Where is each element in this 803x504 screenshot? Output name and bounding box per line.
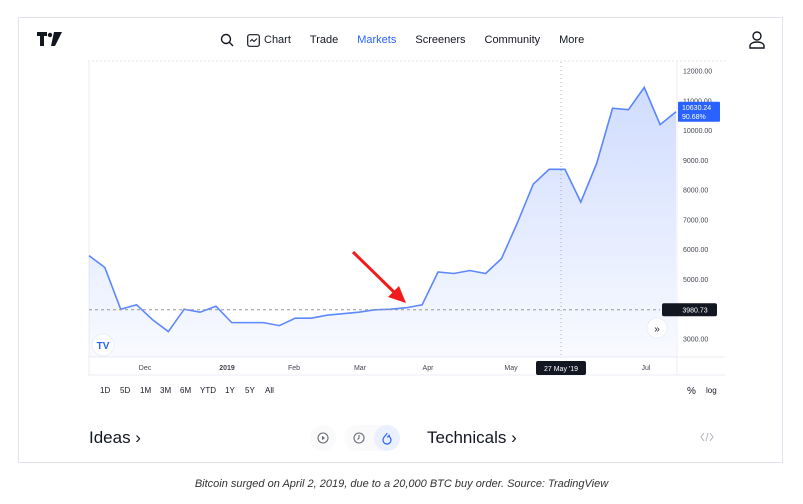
crosshair-date-text: 27 May '19	[544, 366, 578, 373]
y-tick-label: 3000.00	[683, 337, 708, 344]
ideas-link[interactable]: Ideas ›	[89, 428, 141, 448]
timeframe-1d[interactable]: 1D	[100, 386, 110, 395]
tv-watermark-logo[interactable]: TV	[91, 333, 115, 357]
red-annotation-arrow	[351, 250, 406, 303]
timeframe-ytd[interactable]: YTD	[200, 386, 216, 395]
y-tick-label: 10000.00	[683, 128, 712, 135]
x-tick-label: Dec	[139, 365, 152, 372]
double-chevron-right-icon: »	[654, 324, 660, 335]
timeframe-all[interactable]: All	[265, 386, 274, 395]
timeframe-3m[interactable]: 3M	[160, 386, 171, 395]
x-tick-label: Jul	[642, 365, 651, 372]
percent-scale-toggle[interactable]: %	[687, 386, 696, 397]
play-button[interactable]	[310, 425, 336, 451]
timeframe-5y[interactable]: 5Y	[245, 386, 255, 395]
reference-price-text: 3980.73	[682, 307, 707, 314]
x-tick-label: 2019	[219, 365, 235, 372]
last-price-text: 10630.24	[682, 105, 711, 112]
y-tick-label: 9000.00	[683, 158, 708, 165]
recent-button[interactable]	[346, 425, 372, 451]
x-tick-label: Apr	[423, 365, 435, 372]
y-tick-label: 6000.00	[683, 247, 708, 254]
technicals-link[interactable]: Technicals ›	[427, 428, 517, 448]
image-caption: Bitcoin surged on April 2, 2019, due to …	[194, 478, 609, 490]
y-tick-label: 12000.00	[683, 69, 712, 76]
x-tick-label: May	[504, 365, 518, 372]
timeframe-6m[interactable]: 6M	[180, 386, 191, 395]
price-area-fill	[89, 87, 676, 357]
y-tick-label: 5000.00	[683, 277, 708, 284]
x-tick-label: Feb	[288, 365, 300, 372]
last-price-label: 10630.24 90.68%	[678, 101, 720, 122]
reference-price-label: 3980.73	[662, 303, 717, 317]
y-tick-label: 8000.00	[683, 188, 708, 195]
flame-icon	[382, 432, 392, 445]
x-tick-label: Mar	[354, 365, 367, 372]
divider	[18, 462, 783, 463]
crosshair-date-label: 27 May '19	[536, 361, 586, 375]
last-change-text: 90.68%	[682, 114, 706, 121]
timeframe-5d[interactable]: 5D	[120, 386, 130, 395]
embed-code-icon[interactable]	[700, 432, 714, 442]
svg-text:TV: TV	[97, 341, 110, 352]
scroll-to-realtime-button[interactable]: »	[646, 317, 668, 339]
timeframe-1y[interactable]: 1Y	[225, 386, 235, 395]
log-scale-toggle[interactable]: log	[706, 386, 717, 395]
timeframe-1m[interactable]: 1M	[140, 386, 151, 395]
play-icon	[317, 432, 329, 444]
clock-icon	[353, 432, 365, 444]
y-tick-label: 7000.00	[683, 217, 708, 224]
popular-button[interactable]	[374, 425, 400, 451]
